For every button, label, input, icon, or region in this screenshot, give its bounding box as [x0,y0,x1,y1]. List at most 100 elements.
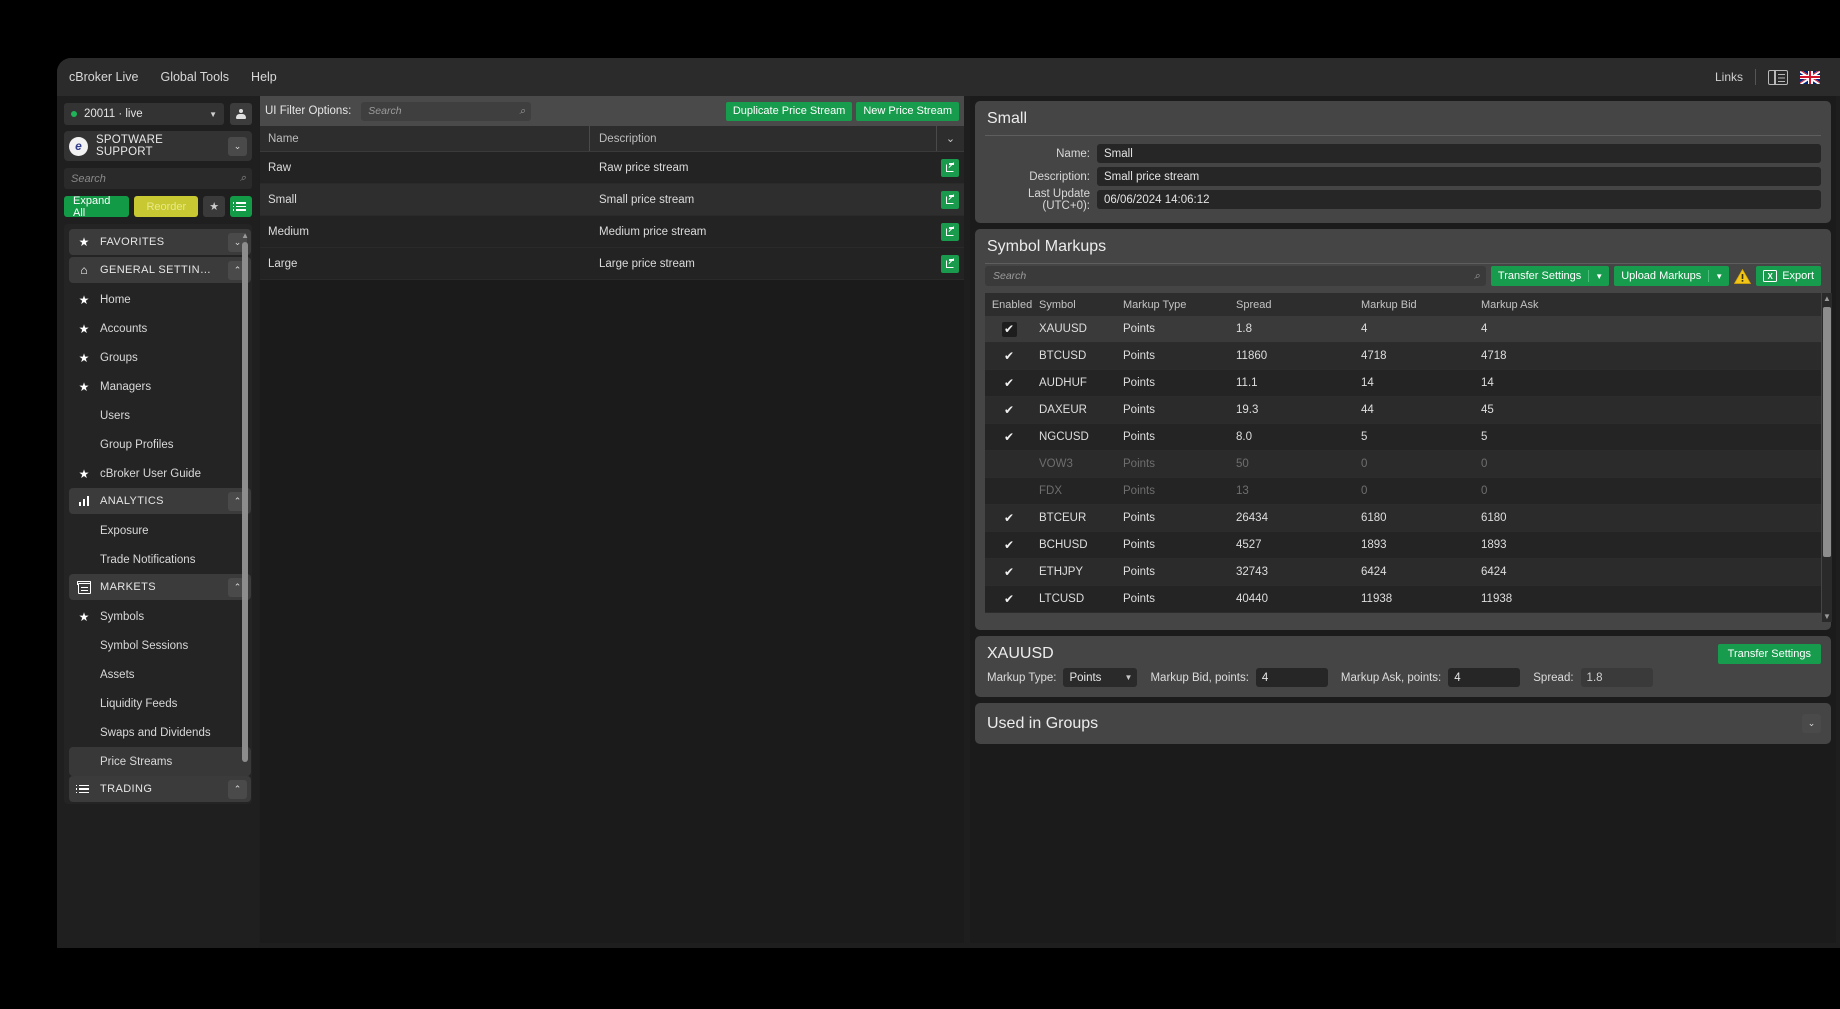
open-in-new-window-button[interactable] [941,222,959,241]
menu-item-cbroker-live[interactable]: cBroker Live [69,70,138,84]
reorder-button[interactable]: Reorder [134,196,199,217]
column-header-markup-bid[interactable]: Markup Bid [1361,293,1481,316]
sidebar-group-general-settin[interactable]: ⌂ GENERAL SETTIN… ⌃ [69,257,251,283]
enabled-checkbox[interactable]: ✔ [1001,321,1017,337]
markup-row[interactable]: ✔ BTCUSD Points 11860 4718 4718 [985,343,1821,370]
markup-row[interactable]: ✔ LTCUSD Points 40440 11938 11938 [985,586,1821,613]
enabled-checkbox[interactable]: ✔ [1004,538,1014,552]
price-stream-description: Medium price stream [599,225,707,238]
sidebar-group-markets[interactable]: MARKETS ⌃ [69,574,251,600]
detail-transfer-settings-button[interactable]: Transfer Settings [1717,644,1821,664]
sidebar-scrollbar[interactable]: ▲ [241,229,250,802]
layout-panel-icon[interactable] [1768,69,1788,85]
used-in-groups-card[interactable]: Used in Groups ⌄ [975,703,1831,744]
links-button[interactable]: Links [1715,70,1743,84]
markup-ask-input[interactable]: 4 [1448,668,1521,687]
favorites-filter-button[interactable]: ★ [203,196,226,217]
markup-bid-input[interactable]: 4 [1255,668,1328,687]
sidebar-group-favorites[interactable]: ★ FAVORITES ⌄ [69,229,251,255]
markups-scrollbar[interactable]: ▲ ▼ [1822,293,1832,622]
transfer-settings-split-button[interactable]: Transfer Settings ▼ [1490,266,1610,286]
sidebar-item-swaps-and-dividends[interactable]: ★Swaps and Dividends [69,718,251,747]
price-stream-search-input[interactable]: Search ⌕ [361,101,532,121]
open-in-new-window-button[interactable] [941,254,959,273]
excel-icon: X [1763,270,1778,282]
warning-icon[interactable] [1734,268,1752,284]
table-row[interactable]: Small Small price stream [260,184,964,216]
markup-type-select[interactable]: Points ▼ [1063,668,1138,687]
brand-expand-button[interactable]: ⌄ [228,136,247,156]
column-header-symbol[interactable]: Symbol [1033,293,1121,316]
expand-all-button[interactable]: Expand All [64,195,130,219]
sidebar-item-accounts[interactable]: ★ Accounts [69,314,251,343]
sidebar-item-assets[interactable]: ★Assets [69,660,251,689]
table-row[interactable]: Medium Medium price stream [260,216,964,248]
sidebar-item-users[interactable]: ★Users [69,401,251,430]
sidebar-item-group-profiles[interactable]: ★Group Profiles [69,430,251,459]
enabled-checkbox[interactable]: ✔ [1004,511,1014,525]
markup-row[interactable]: ✔ ETHJPY Points 32743 6424 6424 [985,559,1821,586]
column-header-description[interactable]: Description [590,126,936,151]
markup-row[interactable]: ✔ BTCEUR Points 26434 6180 6180 [985,505,1821,532]
markup-type: Points [1123,377,1155,389]
column-settings-icon[interactable]: ⌄ [936,126,964,151]
column-header-spread[interactable]: Spread [1236,293,1361,316]
sidebar-item-home[interactable]: ★ Home [69,285,251,314]
used-in-groups-expand-button[interactable]: ⌄ [1802,714,1821,733]
menu-item-global-tools[interactable]: Global Tools [160,70,229,84]
scroll-up-icon[interactable]: ▲ [1822,294,1832,303]
column-header-markup-type[interactable]: Markup Type [1121,293,1236,316]
chevron-down-icon[interactable]: ▼ [1709,272,1729,281]
sidebar-item-cbroker-user-guide[interactable]: ★ cBroker User Guide [69,459,251,488]
list-view-button[interactable] [230,196,252,217]
enabled-checkbox[interactable]: ✔ [1004,565,1014,579]
sidebar-item-symbols[interactable]: ★ Symbols [69,602,251,631]
markup-row[interactable]: ✔ BCHUSD Points 4527 1893 1893 [985,532,1821,559]
export-button[interactable]: X Export [1756,266,1821,286]
scrollbar-thumb[interactable] [242,242,248,762]
sidebar-item-managers[interactable]: ★ Managers [69,372,251,401]
enabled-checkbox[interactable]: ✔ [1004,403,1014,417]
scrollbar-thumb[interactable] [1823,307,1831,557]
column-header-markup-ask[interactable]: Markup Ask [1481,293,1821,316]
markup-row[interactable]: ✔ FDX Points 13 0 0 [985,478,1821,505]
enabled-checkbox[interactable]: ✔ [1004,376,1014,390]
open-in-new-window-button[interactable] [941,190,959,209]
sidebar-item-price-streams[interactable]: ★Price Streams [69,747,251,776]
stream-description-input[interactable]: Small price stream [1097,167,1821,186]
enabled-checkbox[interactable]: ✔ [1004,592,1014,606]
markup-row[interactable]: ✔ DAXEUR Points 19.3 44 45 [985,397,1821,424]
sidebar-group-analytics[interactable]: ANALYTICS ⌃ [69,488,251,514]
markups-search-input[interactable]: Search ⌕ [985,266,1486,286]
account-profile-button[interactable] [230,103,252,125]
new-price-stream-button[interactable]: New Price Stream [856,101,959,121]
sidebar-item-trade-notifications[interactable]: ★Trade Notifications [69,545,251,574]
sidebar-item-groups[interactable]: ★ Groups [69,343,251,372]
enabled-checkbox[interactable]: ✔ [1004,430,1014,444]
enabled-checkbox[interactable]: ✔ [1004,349,1014,363]
sidebar-item-exposure[interactable]: ★Exposure [69,516,251,545]
markup-row[interactable]: ✔ XAUUSD Points 1.8 4 4 [985,316,1821,343]
scroll-up-icon[interactable]: ▲ [241,231,249,240]
upload-markups-split-button[interactable]: Upload Markups ▼ [1614,266,1730,286]
column-header-enabled[interactable]: Enabled [985,293,1033,316]
scroll-down-icon[interactable]: ▼ [1822,612,1832,621]
menu-item-help[interactable]: Help [251,70,277,84]
open-in-new-window-button[interactable] [941,158,959,177]
language-flag-icon[interactable] [1800,70,1820,84]
table-row[interactable]: Large Large price stream [260,248,964,280]
sidebar-item-symbol-sessions[interactable]: ★Symbol Sessions [69,631,251,660]
table-row[interactable]: Raw Raw price stream [260,152,964,184]
sidebar-search-input[interactable]: Search ⌕ [64,168,252,189]
duplicate-price-stream-button[interactable]: Duplicate Price Stream [725,101,853,121]
column-header-name[interactable]: Name [260,126,590,151]
markup-row[interactable]: ✔ AUDHUF Points 11.1 14 14 [985,370,1821,397]
sidebar-group-trading[interactable]: TRADING ⌃ [69,776,251,802]
stream-name-input[interactable]: Small [1097,144,1821,163]
sidebar-item-liquidity-feeds[interactable]: ★Liquidity Feeds [69,689,251,718]
markup-row[interactable]: ✔ NGCUSD Points 8.0 5 5 [985,424,1821,451]
markup-row[interactable]: ✔ VOW3 Points 50 0 0 [985,451,1821,478]
chevron-down-icon[interactable]: ▼ [1589,272,1609,281]
account-select[interactable]: 20011 · live ▼ [64,103,224,125]
brand-row[interactable]: e SPOTWARE SUPPORT ⌄ [64,131,252,161]
